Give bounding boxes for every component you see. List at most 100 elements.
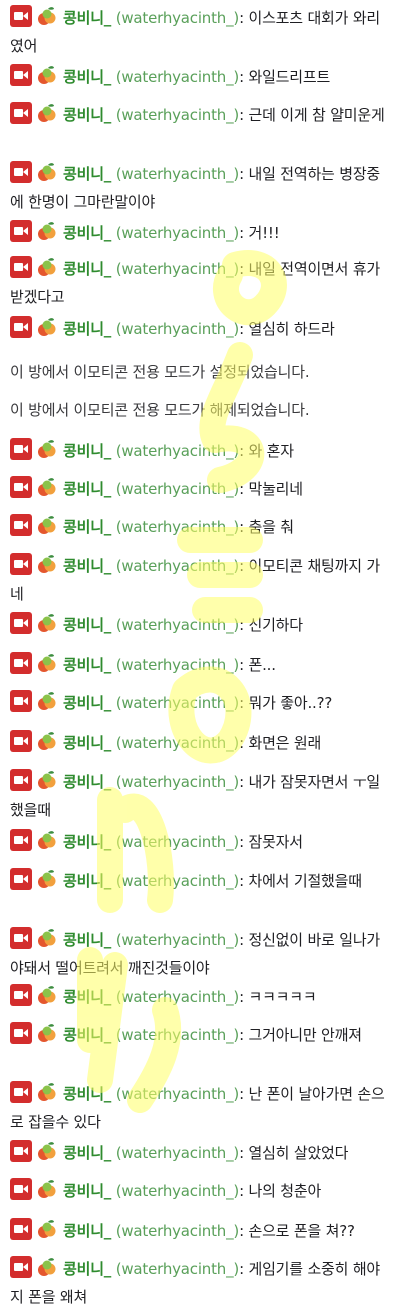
camera-icon <box>10 1140 32 1162</box>
message-text: 잠못자서 <box>248 833 303 851</box>
badges <box>10 984 63 1013</box>
username[interactable]: 콩비니_ <box>63 1085 111 1103</box>
username[interactable]: 콩비니_ <box>63 442 111 460</box>
username[interactable]: 콩비니_ <box>63 224 111 242</box>
camera-icon <box>10 730 32 752</box>
chat-message: 콩비니_ (waterhyacinth_): 손으로 폰을 쳐?? <box>10 1218 390 1247</box>
user-login[interactable]: (waterhyacinth_) <box>116 480 240 498</box>
user-login[interactable]: (waterhyacinth_) <box>116 260 240 278</box>
message-text: 거!!! <box>248 224 280 242</box>
user-login[interactable]: (waterhyacinth_) <box>116 931 240 949</box>
user-login[interactable]: (waterhyacinth_) <box>116 872 240 890</box>
username[interactable]: 콩비니_ <box>63 165 111 183</box>
camera-icon <box>10 652 32 674</box>
user-login[interactable]: (waterhyacinth_) <box>116 1182 240 1200</box>
user-login[interactable]: (waterhyacinth_) <box>116 9 240 27</box>
username[interactable]: 콩비니_ <box>63 68 111 86</box>
user-login[interactable]: (waterhyacinth_) <box>116 224 240 242</box>
username[interactable]: 콩비니_ <box>63 320 111 338</box>
badges <box>10 1081 63 1110</box>
camera-icon <box>10 868 32 890</box>
user-login[interactable]: (waterhyacinth_) <box>116 518 240 536</box>
username[interactable]: 콩비니_ <box>63 773 111 791</box>
username[interactable]: 콩비니_ <box>63 106 111 124</box>
user-login[interactable]: (waterhyacinth_) <box>116 734 240 752</box>
fruit-icon <box>36 1256 58 1278</box>
camera-icon <box>10 984 32 1006</box>
user-login[interactable]: (waterhyacinth_) <box>116 1222 240 1240</box>
message-text: ㅋㅋㅋㅋㅋ <box>248 988 317 1006</box>
user-login[interactable]: (waterhyacinth_) <box>116 1144 240 1162</box>
user-login[interactable]: (waterhyacinth_) <box>116 1085 240 1103</box>
username[interactable]: 콩비니_ <box>63 1026 111 1044</box>
username[interactable]: 콩비니_ <box>63 518 111 536</box>
fruit-icon <box>36 256 58 278</box>
username[interactable]: 콩비니_ <box>63 734 111 752</box>
chat-message: 콩비니_ (waterhyacinth_): 내가 잠못자면서 ㅜ일했을때 <box>10 769 390 822</box>
user-login[interactable]: (waterhyacinth_) <box>116 442 240 460</box>
chat-message: 콩비니_ (waterhyacinth_): 화면은 원래 <box>10 730 390 759</box>
badges <box>10 612 63 641</box>
camera-icon <box>10 102 32 124</box>
chat-message: 콩비니_ (waterhyacinth_): 열심히 하드라 <box>10 316 390 345</box>
username[interactable]: 콩비니_ <box>63 988 111 1006</box>
message-text: 화면은 원래 <box>248 734 322 752</box>
badges <box>10 690 63 719</box>
username[interactable]: 콩비니_ <box>63 1222 111 1240</box>
user-login[interactable]: (waterhyacinth_) <box>116 320 240 338</box>
badges <box>10 256 63 285</box>
username[interactable]: 콩비니_ <box>63 260 111 278</box>
user-login[interactable]: (waterhyacinth_) <box>116 616 240 634</box>
chat-message: 콩비니_ (waterhyacinth_): 난 폰이 날아가면 손으로 잡을수… <box>10 1081 390 1134</box>
fruit-icon <box>36 514 58 536</box>
badges <box>10 102 63 131</box>
chat-message: 콩비니_ (waterhyacinth_): 거!!! <box>10 220 390 249</box>
username[interactable]: 콩비니_ <box>63 616 111 634</box>
system-notice: 이 방에서 이모티콘 전용 모드가 해제되었습니다. <box>10 401 310 419</box>
chat-message: 콩비니_ (waterhyacinth_): 이모티콘 채팅까지 가네 <box>10 553 390 606</box>
badges <box>10 161 63 190</box>
user-login[interactable]: (waterhyacinth_) <box>116 68 240 86</box>
system-notice: 이 방에서 이모티콘 전용 모드가 설정되었습니다. <box>10 363 310 381</box>
username[interactable]: 콩비니_ <box>63 833 111 851</box>
user-login[interactable]: (waterhyacinth_) <box>116 773 240 791</box>
user-login[interactable]: (waterhyacinth_) <box>116 106 240 124</box>
badges <box>10 438 63 467</box>
username[interactable]: 콩비니_ <box>63 694 111 712</box>
user-login[interactable]: (waterhyacinth_) <box>116 1026 240 1044</box>
username[interactable]: 콩비니_ <box>63 931 111 949</box>
username[interactable]: 콩비니_ <box>63 1182 111 1200</box>
username[interactable]: 콩비니_ <box>63 9 111 27</box>
fruit-icon <box>36 64 58 86</box>
username[interactable]: 콩비니_ <box>63 656 111 674</box>
message-text: 열심히 살았었다 <box>248 1144 349 1162</box>
badges <box>10 1256 63 1285</box>
username[interactable]: 콩비니_ <box>63 1260 111 1278</box>
fruit-icon <box>36 553 58 575</box>
camera-icon <box>10 927 32 949</box>
user-login[interactable]: (waterhyacinth_) <box>116 833 240 851</box>
fruit-icon <box>36 1178 58 1200</box>
user-login[interactable]: (waterhyacinth_) <box>116 1260 240 1278</box>
username[interactable]: 콩비니_ <box>63 480 111 498</box>
user-login[interactable]: (waterhyacinth_) <box>116 988 240 1006</box>
message-text: 근데 이게 참 얄미운게 <box>248 106 385 124</box>
camera-icon <box>10 1178 32 1200</box>
chat-message: 콩비니_ (waterhyacinth_): 춤을 춰 <box>10 514 390 543</box>
username[interactable]: 콩비니_ <box>63 872 111 890</box>
user-login[interactable]: (waterhyacinth_) <box>116 165 240 183</box>
chat-message: 콩비니_ (waterhyacinth_): 신기하다 <box>10 612 390 641</box>
message-text: 뭐가 좋아..?? <box>248 694 333 712</box>
fruit-icon <box>36 438 58 460</box>
camera-icon <box>10 769 32 791</box>
badges <box>10 553 63 582</box>
chat-message: 콩비니_ (waterhyacinth_): 정신없이 바로 일나가야돼서 떨어… <box>10 927 390 980</box>
user-login[interactable]: (waterhyacinth_) <box>116 656 240 674</box>
user-login[interactable]: (waterhyacinth_) <box>116 557 240 575</box>
username[interactable]: 콩비니_ <box>63 557 111 575</box>
fruit-icon <box>36 220 58 242</box>
username[interactable]: 콩비니_ <box>63 1144 111 1162</box>
fruit-icon <box>36 316 58 338</box>
user-login[interactable]: (waterhyacinth_) <box>116 694 240 712</box>
badges <box>10 868 63 897</box>
